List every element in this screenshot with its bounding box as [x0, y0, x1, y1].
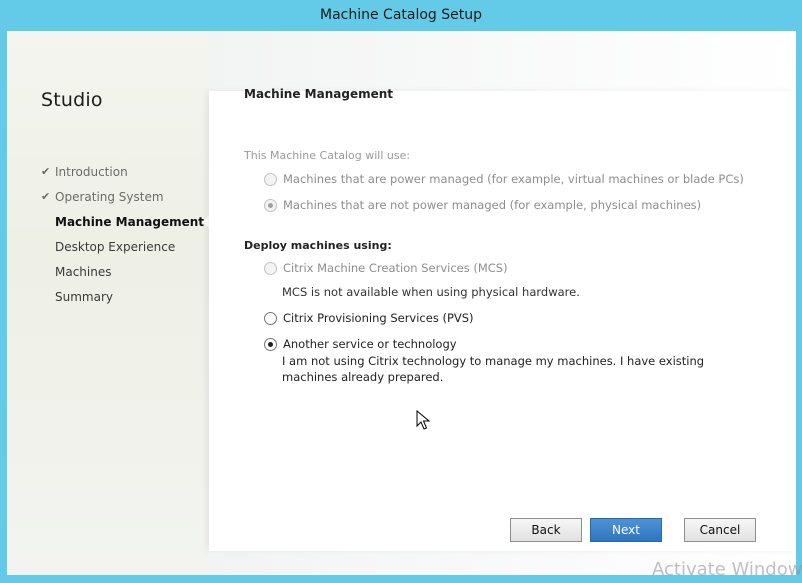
step-desktop-experience: Desktop Experience [41, 238, 204, 263]
step-introduction[interactable]: ✔ Introduction [41, 163, 204, 188]
activation-watermark: Activate Window [652, 559, 802, 580]
radio-pvs[interactable]: Citrix Provisioning Services (PVS) [264, 311, 474, 325]
radio-label: Machines that are power managed (for exa… [283, 172, 744, 186]
mouse-cursor-icon [416, 410, 430, 430]
radio-label: Machines that are not power managed (for… [283, 198, 702, 212]
window-title: Machine Catalog Setup [319, 7, 483, 23]
catalog-section-label: This Machine Catalog will use: [244, 149, 411, 162]
radio-button[interactable] [264, 338, 277, 351]
cancel-button[interactable]: Cancel [684, 518, 756, 542]
step-summary: Summary [41, 288, 204, 313]
step-label: Desktop Experience [55, 240, 176, 254]
radio-button[interactable] [264, 312, 277, 325]
wizard-sidebar: Studio ✔ Introduction ✔ Operating System… [7, 31, 210, 575]
radio-another-technology[interactable]: Another service or technology [264, 337, 457, 351]
step-label: Machines [55, 265, 112, 279]
step-label: Operating System [55, 190, 164, 204]
step-label: Summary [55, 290, 113, 304]
wizard-steps: ✔ Introduction ✔ Operating System Machin… [41, 163, 204, 313]
checkmark-icon: ✔ [41, 165, 51, 178]
step-machine-management: Machine Management [41, 213, 204, 238]
back-button[interactable]: Back [510, 518, 582, 542]
deploy-section-label: Deploy machines using: [244, 239, 392, 252]
step-operating-system[interactable]: ✔ Operating System [41, 188, 204, 213]
radio-label[interactable]: Another service or technology [283, 337, 457, 351]
checkmark-icon: ✔ [41, 190, 51, 203]
radio-button [264, 173, 277, 186]
window-titlebar: Machine Catalog Setup [0, 0, 802, 30]
radio-label[interactable]: Citrix Provisioning Services (PVS) [283, 311, 474, 325]
step-label: Machine Management [55, 215, 204, 229]
radio-power-managed: Machines that are power managed (for exa… [264, 172, 744, 186]
another-technology-description: I am not using Citrix technology to mana… [282, 354, 705, 384]
radio-mcs: Citrix Machine Creation Services (MCS) [264, 261, 508, 275]
next-button[interactable]: Next [590, 518, 662, 542]
wizard-window: Studio ✔ Introduction ✔ Operating System… [7, 31, 796, 575]
radio-button [264, 199, 277, 212]
radio-not-power-managed: Machines that are not power managed (for… [264, 198, 701, 212]
radio-label: Citrix Machine Creation Services (MCS) [283, 261, 508, 275]
step-label: Introduction [55, 165, 128, 179]
radio-button [264, 262, 277, 275]
page-title: Machine Management [244, 87, 393, 101]
mcs-note: MCS is not available when using physical… [282, 285, 580, 299]
step-machines: Machines [41, 263, 204, 288]
sidebar-title: Studio [41, 89, 103, 111]
